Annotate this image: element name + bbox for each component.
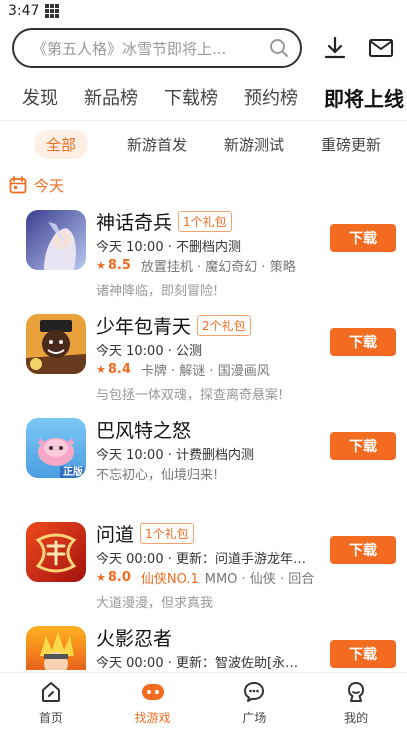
game-tags: MMO · 仙侠 · 回合: [204, 572, 315, 587]
game-title: 火影忍者: [96, 628, 173, 650]
game-title: 巴风特之怒: [96, 420, 192, 442]
game-icon-wendao[interactable]: [26, 522, 86, 582]
game-title: 神话奇兵: [96, 212, 173, 234]
game-meta: ★ 8.0 仙侠NO.1 MMO · 仙侠 · 回合: [96, 568, 314, 587]
download-button[interactable]: 下载: [330, 640, 396, 668]
game-release-time: 今天 10:00 · 公测: [96, 344, 202, 359]
nav-label: 首页: [38, 711, 63, 725]
game-description: 与包拯一体双魂，探查离奇悬案!: [96, 388, 284, 403]
status-bar: 3:47: [0, 0, 407, 22]
search-input[interactable]: 《第五人格》冰雪节即将上...: [12, 28, 302, 68]
nav-find-games[interactable]: 找游戏: [102, 673, 204, 732]
sub-tabs: 全部 新游首发 新游测试 重磅更新: [0, 129, 407, 159]
tab-discover[interactable]: 发现: [22, 84, 58, 110]
gift-badge: 1个礼包: [178, 211, 232, 232]
game-title: 少年包青天: [96, 316, 192, 338]
game-icon-huoying[interactable]: [26, 626, 86, 670]
game-release-time: 今天 00:00 · 更新：智波佐助[永恒万...: [96, 656, 311, 670]
tab-coming-soon[interactable]: 即将上线: [324, 83, 404, 112]
section-today: 今天: [8, 174, 64, 196]
subtab-new-release[interactable]: 新游首发: [127, 134, 187, 155]
game-title-row: 问道 1个礼包: [96, 520, 194, 547]
nav-mine[interactable]: 我的: [305, 673, 407, 732]
download-button[interactable]: 下载: [330, 432, 396, 460]
bottom-nav: 首页 找游戏 广场 我的: [0, 672, 407, 732]
section-label: 今天: [34, 176, 65, 195]
home-icon: [38, 679, 64, 705]
subtab-all[interactable]: 全部: [34, 129, 89, 159]
list-item[interactable]: 正版 巴风特之怒 今天 10:00 · 计费删档内测 不忘初心，仙境归来! 下载: [0, 408, 407, 508]
game-rating: 8.4: [107, 362, 131, 377]
star-icon: ★: [96, 363, 106, 376]
list-item[interactable]: 神话奇兵 1个礼包 今天 10:00 · 不删档内测 ★ 8.5 放置挂机 · …: [0, 200, 407, 300]
game-title: 问道: [96, 524, 135, 546]
download-button[interactable]: 下载: [330, 224, 396, 252]
game-meta: ★ 8.5 放置挂机 · 魔幻奇幻 · 策略: [96, 256, 296, 275]
list-item[interactable]: 火影忍者 今天 00:00 · 更新：智波佐助[永恒万... 下载: [0, 616, 407, 670]
search-icon[interactable]: [268, 37, 290, 59]
game-title-row: 少年包青天 2个礼包: [96, 312, 251, 339]
game-description: 诸神降临，即刻冒险!: [96, 284, 219, 299]
tab-download-chart[interactable]: 下载榜: [164, 84, 218, 110]
nav-plaza[interactable]: 广场: [204, 673, 306, 732]
tab-new-chart[interactable]: 新品榜: [84, 84, 138, 110]
subtab-major-update[interactable]: 重磅更新: [321, 134, 381, 155]
subtab-new-test[interactable]: 新游测试: [224, 134, 284, 155]
star-icon: ★: [96, 259, 106, 272]
game-release-time: 今天 10:00 · 不删档内测: [96, 240, 241, 255]
status-time: 3:47: [8, 3, 40, 19]
game-title-row: 巴风特之怒: [96, 416, 191, 443]
download-button[interactable]: 下载: [330, 536, 396, 564]
main-tabs: 发现 新品榜 下载榜 预约榜 即将上线: [0, 83, 407, 112]
star-icon: ★: [96, 571, 106, 584]
game-rating: 8.5: [107, 258, 131, 273]
game-release-time: 今天 00:00 · 更新：问道手游龙年大服: [96, 552, 311, 567]
search-placeholder: 《第五人格》冰雪节即将上...: [32, 39, 227, 58]
game-icon-shenhua[interactable]: [26, 210, 86, 270]
game-icon-shaonian[interactable]: [26, 314, 86, 374]
search-row: 《第五人格》冰雪节即将上...: [12, 28, 402, 68]
game-description: 大道漫漫，但求真我: [96, 596, 214, 611]
profile-icon: [343, 679, 369, 705]
download-icon[interactable]: [322, 35, 348, 61]
nav-label: 广场: [242, 711, 267, 725]
list-item[interactable]: 少年包青天 2个礼包 今天 10:00 · 公测 ★ 8.4 卡牌 · 解谜 ·…: [0, 304, 407, 404]
list-item[interactable]: 问道 1个礼包 今天 00:00 · 更新：问道手游龙年大服 ★ 8.0 仙侠N…: [0, 512, 407, 612]
game-description: 不忘初心，仙境归来!: [96, 468, 219, 483]
gift-badge: 2个礼包: [197, 315, 251, 336]
nav-label: 找游戏: [134, 711, 171, 725]
nav-home[interactable]: 首页: [0, 673, 102, 732]
rank-badge: 仙侠NO.1: [140, 572, 199, 587]
tab-reserve-chart[interactable]: 预约榜: [244, 84, 298, 110]
game-tags: 卡牌 · 解谜 · 国漫画风: [140, 364, 270, 379]
game-tags: 放置挂机 · 魔幻奇幻 · 策略: [140, 260, 296, 275]
download-button[interactable]: 下载: [330, 328, 396, 356]
game-title-row: 火影忍者: [96, 624, 172, 651]
game-title-row: 神话奇兵 1个礼包: [96, 208, 232, 235]
game-meta: ★ 8.4 卡牌 · 解谜 · 国漫画风: [96, 360, 270, 379]
nav-label: 我的: [344, 711, 369, 725]
chat-bubble-icon: [241, 679, 267, 705]
gamepad-icon: [140, 679, 166, 705]
game-list: 神话奇兵 1个礼包 今天 10:00 · 不删档内测 ★ 8.5 放置挂机 · …: [0, 200, 407, 670]
game-release-time: 今天 10:00 · 计费删档内测: [96, 448, 254, 463]
game-icon-bafengte[interactable]: 正版: [26, 418, 86, 478]
game-rating: 8.0: [107, 570, 131, 585]
app-grid-icon: [45, 4, 60, 18]
divider: [0, 120, 407, 121]
gift-badge: 1个礼包: [140, 523, 194, 544]
icon-label: 正版: [63, 467, 83, 478]
calendar-icon: [8, 175, 28, 195]
mail-icon[interactable]: [368, 35, 394, 61]
